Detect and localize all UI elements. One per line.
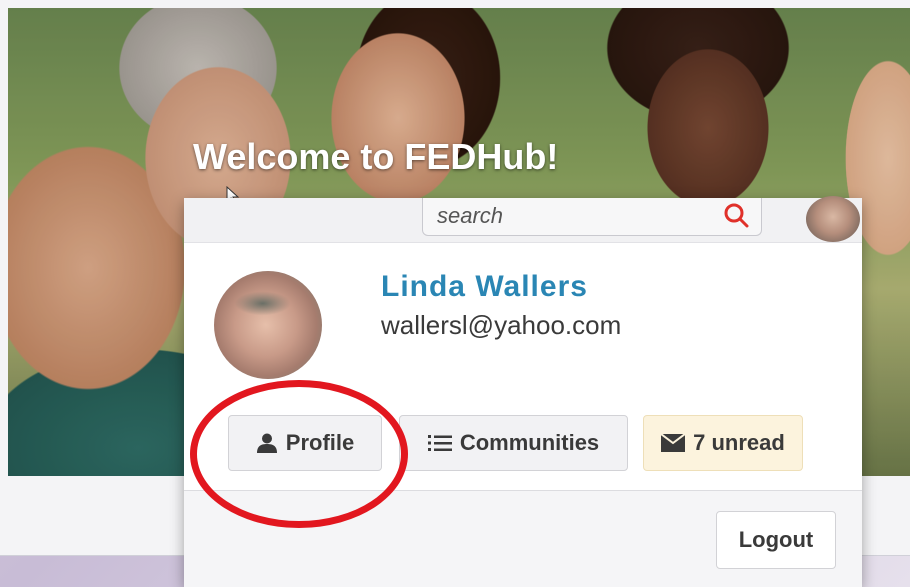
search-input[interactable]	[435, 200, 709, 232]
search-box	[422, 198, 762, 236]
account-dropdown-panel: Linda Wallers wallersl@yahoo.com Profile…	[184, 196, 862, 587]
profile-label: Profile	[285, 430, 355, 455]
communities-button[interactable]: Communities	[399, 415, 628, 471]
user-name: Linda Wallers	[381, 270, 588, 303]
panel-footer: Logout	[184, 491, 862, 587]
header-bar	[184, 196, 862, 243]
user-email: wallersl@yahoo.com	[381, 310, 622, 340]
user-icon	[256, 432, 278, 454]
envelope-icon	[661, 434, 686, 452]
header-avatar[interactable]	[806, 196, 860, 242]
avatar	[214, 271, 322, 379]
page-title: Welcome to FEDHub!	[193, 136, 559, 177]
logout-button[interactable]: Logout	[716, 511, 836, 569]
unread-messages-button[interactable]: 7 unread	[643, 415, 803, 471]
communities-label: Communities	[459, 430, 600, 455]
list-icon	[427, 433, 452, 453]
search-icon[interactable]	[723, 202, 749, 228]
profile-button[interactable]: Profile	[228, 415, 382, 471]
unread-label: 7 unread	[693, 430, 785, 455]
